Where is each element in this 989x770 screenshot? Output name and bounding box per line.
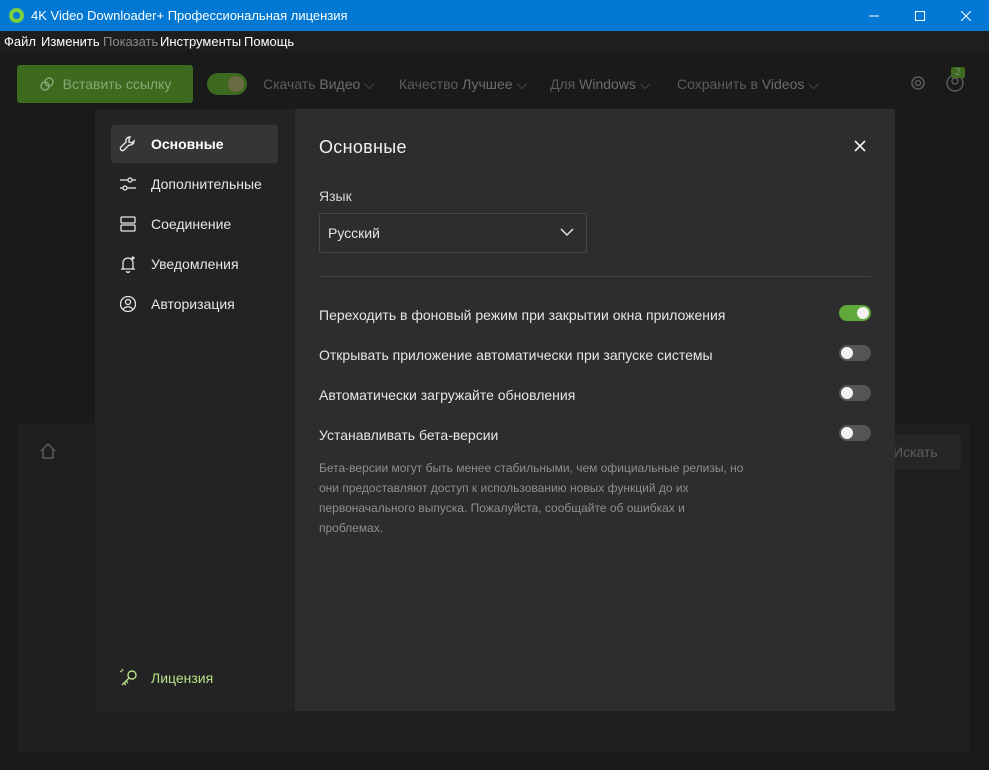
download-type-dropdown[interactable]: Скачать Видео ⌵ [263,76,375,93]
sidebar-item-connection[interactable]: Соединение [111,205,278,243]
page-title: Основные [319,137,407,157]
server-icon [120,216,136,232]
platform-dropdown[interactable]: Для Windows ⌵ [550,76,650,93]
language-value: Русский [328,225,380,241]
notification-badge: 2 [951,67,965,78]
option-background-mode: Переходить в фоновый режим при закрытии … [319,304,871,326]
background-mode-toggle[interactable] [839,305,871,321]
language-label: Язык [319,188,352,204]
paste-link-label: Вставить ссылку [62,76,172,92]
key-icon [119,668,137,686]
beta-note: Бета-версии могут быть менее стабильными… [319,461,744,535]
minimize-icon [869,15,879,16]
home-icon[interactable] [38,441,58,461]
sidebar-item-label: Основные [151,136,224,152]
sidebar-item-notifications[interactable]: Уведомления [111,245,278,283]
menu-file[interactable]: Файл [4,34,36,49]
option-autostart: Открывать приложение автоматически при з… [319,344,871,366]
menu-edit[interactable]: Изменить [41,34,100,49]
license-label: Лицензия [151,670,214,686]
download-value: Видео [319,76,361,92]
option-label: Открывать приложение автоматически при з… [319,347,713,363]
sidebar-item-advanced[interactable]: Дополнительные [111,165,278,203]
gear-icon[interactable] [908,73,928,93]
quality-dropdown[interactable]: Качество Лучшее ⌵ [399,76,527,93]
option-label: Автоматически загружайте обновления [319,387,576,403]
platform-value: Windows [579,76,636,92]
language-select[interactable]: Русский [319,213,587,253]
settings-sidebar: Основные Дополнительные Соединение Уведо… [95,109,295,711]
auto-update-toggle[interactable] [839,385,871,401]
option-label: Переходить в фоновый режим при закрытии … [319,307,726,323]
platform-prefix: Для [550,76,576,92]
chevron-down-icon [560,228,574,237]
save-prefix: Сохранить в [677,76,758,92]
download-prefix: Скачать [263,76,316,92]
toolbar: Вставить ссылку Скачать Видео ⌵ Качество… [1,51,988,117]
sidebar-item-general[interactable]: Основные [111,125,278,163]
settings-dialog: Основные Дополнительные Соединение Уведо… [95,109,895,711]
autostart-toggle[interactable] [839,345,871,361]
user-circle-icon [119,295,137,313]
sliders-icon [120,177,136,191]
sidebar-item-authorization[interactable]: Авторизация [111,285,278,323]
save-folder-dropdown[interactable]: Сохранить в Videos ⌵ [677,76,819,93]
sidebar-item-label: Авторизация [151,296,235,312]
close-icon [961,10,971,21]
paste-link-button[interactable]: Вставить ссылку [17,65,193,103]
beta-toggle[interactable] [839,425,871,441]
close-dialog-icon[interactable] [851,137,869,155]
smart-mode-toggle[interactable] [207,73,247,95]
wrench-icon [119,136,135,152]
option-beta: Устанавливать бета-версии [319,424,871,446]
menu-tools[interactable]: Инструменты [160,34,241,49]
save-value: Videos [761,76,805,92]
window-title: 4K Video Downloader+ Профессиональная ли… [31,8,348,23]
sidebar-item-label: Уведомления [151,256,239,272]
bell-icon [120,256,136,273]
divider [319,276,871,277]
maximize-icon [915,10,925,21]
option-label: Устанавливать бета-версии [319,427,499,443]
menu-view[interactable]: Показать [103,34,158,49]
quality-value: Лучшее [462,76,513,92]
maximize-button[interactable] [897,0,943,31]
app-logo-icon [9,8,24,23]
link-icon [39,77,54,91]
option-auto-update: Автоматически загружайте обновления [319,384,871,406]
title-bar: 4K Video Downloader+ Профессиональная ли… [0,0,989,31]
quality-prefix: Качество [399,76,459,92]
minimize-button[interactable] [851,0,897,31]
menu-bar: Файл Изменить Показать Инструменты Помощ… [0,31,989,51]
sidebar-item-label: Соединение [151,216,232,232]
close-window-button[interactable] [943,0,989,31]
search-label: Искать [893,444,938,460]
sidebar-item-label: Дополнительные [151,176,262,192]
menu-help[interactable]: Помощь [244,34,294,49]
license-link[interactable]: Лицензия [111,659,278,697]
